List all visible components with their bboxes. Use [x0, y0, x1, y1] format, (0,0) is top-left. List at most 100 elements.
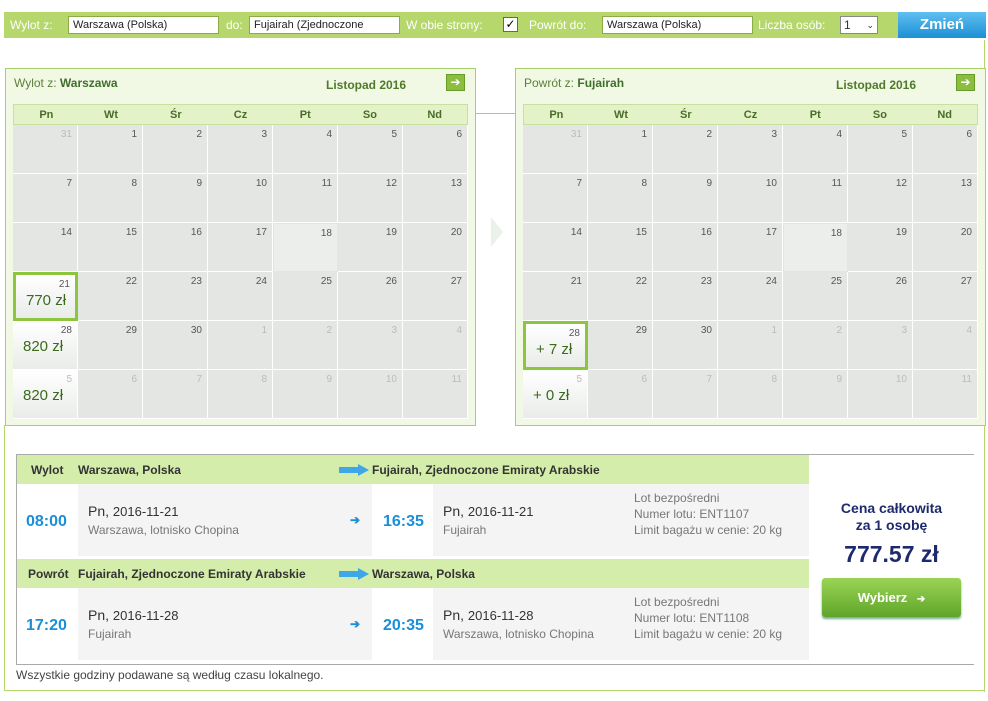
day-number: 8 [131, 178, 137, 189]
origin-prefix: Powrót z: [524, 76, 575, 90]
day-number: 14 [60, 227, 72, 238]
arrow-right-icon [339, 568, 369, 580]
day-number: 2 [326, 325, 332, 336]
calendar-day: 7 [653, 370, 718, 419]
arrival-date: 2016-11-21 [467, 504, 534, 519]
calendar-day: 4 [273, 125, 338, 174]
right-arrow-icon [491, 217, 503, 247]
persons-select[interactable]: 1 ⌄ [840, 16, 878, 34]
day-price: + 0 zł [533, 387, 570, 404]
calendar-day: 17 [718, 223, 783, 272]
calendar-day: 2 [273, 321, 338, 370]
arrival-date: 2016-11-28 [467, 608, 534, 623]
day-number: 6 [131, 374, 137, 385]
calendar-day: 13 [403, 174, 468, 223]
departure-airport: Warszawa, lotnisko Chopina [88, 523, 239, 537]
calendar-day: 22 [588, 272, 653, 321]
calendar-day: 14 [13, 223, 78, 272]
day-number: 11 [961, 374, 972, 385]
calendar-day: 9 [783, 370, 848, 419]
return-input[interactable]: Warszawa (Polska) [602, 16, 753, 34]
day-number: 9 [196, 178, 202, 189]
day-price: 820 zł [23, 338, 64, 355]
arrow-right-icon: ➔ [916, 594, 926, 605]
day-number: 15 [125, 227, 137, 238]
return-label: Powrót do: [529, 18, 587, 32]
origin-city: Fujairah [577, 76, 625, 90]
calendar-day: 30 [653, 321, 718, 370]
origin-city: Warszawa [59, 76, 118, 90]
calendar-day: 21 [523, 272, 588, 321]
day-number: 18 [320, 228, 332, 239]
day-number: 6 [456, 129, 462, 140]
select-button[interactable]: Wybierz ➔ [822, 578, 961, 617]
persons-label: Liczba osób: [758, 18, 826, 32]
calendar-day: 4 [783, 125, 848, 174]
next-month-arrow-icon[interactable]: ➔ [446, 74, 465, 91]
calendar-day: 6 [403, 125, 468, 174]
calendar-day: 6 [588, 370, 653, 419]
return-calendar: Powrót z: Fujairah Listopad 2016 ➔ Pn Wt Ś… [515, 68, 986, 426]
leg-from: Warszawa, Polska [78, 463, 181, 477]
calendar-week: 21 22 23 24 25 26 27 [523, 272, 978, 321]
calendar-day: 7 [523, 174, 588, 223]
calendar-day: 12 [338, 174, 403, 223]
calendar-day[interactable]: 28 820 zł [13, 321, 78, 370]
to-input[interactable]: Fujairah (Zjednoczone [249, 16, 400, 34]
calendar-grid: Pn Wt Śr Cz Pt So Nd 31 1 2 3 4 5 6 7 8 9 10 11 12 13 14 15 16 1… [523, 104, 978, 419]
calendar-day: 27 [403, 272, 468, 321]
calendar-day: 8 [588, 174, 653, 223]
day-number: 21 [58, 279, 70, 290]
calendar-day: 6 [913, 125, 978, 174]
day-price: + 7 zł [536, 341, 573, 358]
departure-airport: Fujairah [88, 627, 132, 641]
return-leg-header: Powrót Fujairah, Zjednoczone Emiraty Ara… [17, 559, 809, 588]
calendar-day: 10 [848, 370, 913, 419]
calendar-week: 5 + 0 zł 6 7 8 9 10 11 [523, 370, 978, 419]
calendar-day: 20 [913, 223, 978, 272]
day-number: 17 [255, 227, 267, 238]
change-button[interactable]: Zmień [898, 12, 986, 38]
weekday-label: So [872, 109, 887, 121]
calendar-day: 11 [913, 370, 978, 419]
arrival-day: Pn, 2016-11-21 [443, 503, 533, 519]
calendar-day[interactable]: 28 + 7 zł [523, 321, 588, 370]
origin-prefix: Wylot z: [14, 76, 57, 90]
calendar-day: 10 [338, 370, 403, 419]
leg-title: Powrót [28, 567, 69, 581]
next-month-arrow-icon[interactable]: ➔ [956, 74, 975, 91]
calendar-day: 11 [273, 174, 338, 223]
flight-type: Lot bezpośredni [634, 491, 720, 505]
day-number: 6 [966, 129, 972, 140]
calendar-day[interactable]: 21 770 zł [13, 272, 78, 321]
calendar-day: 10 [208, 174, 273, 223]
month-title: Listopad 2016 [836, 78, 917, 92]
search-bar: Wylot z: Warszawa (Polska) do: Fujairah … [4, 12, 986, 38]
arrival-airport: Warszawa, lotnisko Chopina [443, 627, 594, 641]
day-number: 28 [568, 328, 580, 339]
day-number: 16 [700, 227, 712, 238]
from-input[interactable]: Warszawa (Polska) [68, 16, 219, 34]
weekday-label: Śr [679, 109, 692, 121]
day-number: 7 [66, 178, 72, 189]
day-price: 820 zł [23, 387, 64, 404]
calendar-day: 7 [143, 370, 208, 419]
calendar-day: 23 [653, 272, 718, 321]
calendar-day: 8 [78, 174, 143, 223]
calendar-day[interactable]: 5 + 0 zł [523, 370, 588, 419]
day-number: 4 [836, 129, 842, 140]
calendar-header: Wylot z: Warszawa Listopad 2016 ➔ [6, 69, 475, 101]
calendar-day[interactable]: 5 820 zł [13, 370, 78, 419]
calendar-day: 23 [143, 272, 208, 321]
day-number: 31 [60, 129, 72, 140]
day-number: 5 [576, 374, 582, 385]
day-number: 11 [451, 374, 462, 385]
day-number: 17 [765, 227, 777, 238]
calendar-week: 5 820 zł 6 7 8 9 10 11 [13, 370, 468, 419]
day-number: 7 [706, 374, 712, 385]
day-number: 9 [706, 178, 712, 189]
roundtrip-checkbox[interactable]: ✓ [503, 17, 518, 32]
persons-value: 1 [844, 18, 851, 32]
day-number: 14 [570, 227, 582, 238]
calendar-day: 18 [273, 223, 338, 272]
